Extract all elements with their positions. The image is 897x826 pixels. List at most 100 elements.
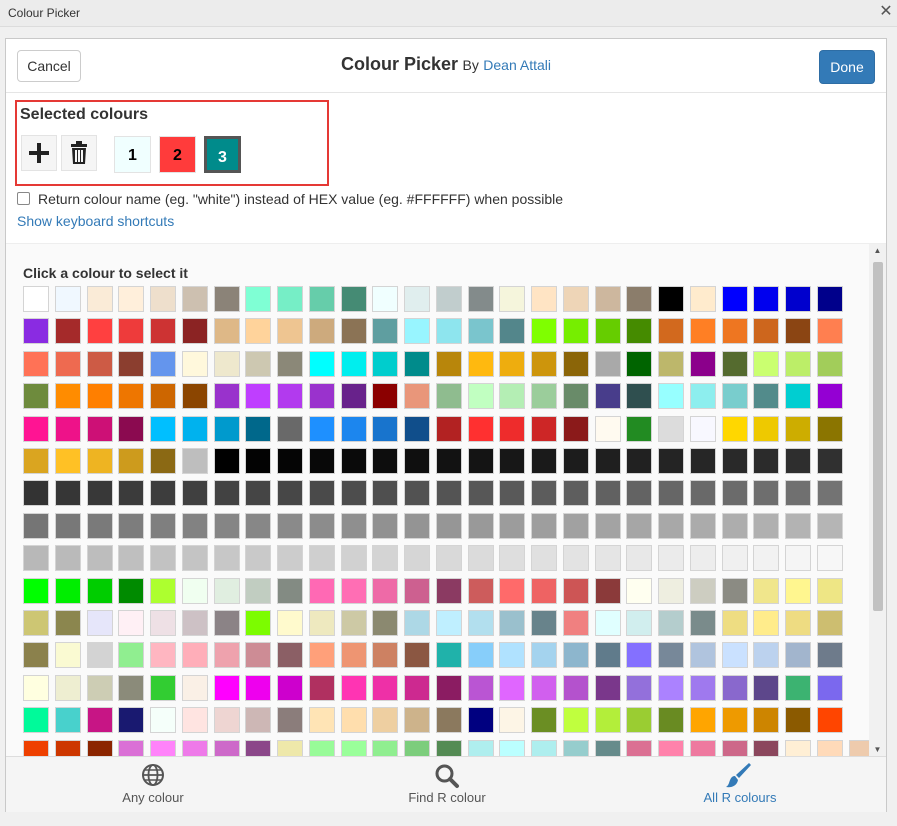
tab-any-colour[interactable]: Any colour	[6, 757, 300, 812]
colour-swatch[interactable]	[213, 448, 240, 474]
colour-swatch[interactable]	[658, 642, 684, 669]
colour-swatch[interactable]	[721, 318, 748, 345]
colour-swatch[interactable]	[372, 415, 399, 442]
colour-swatch[interactable]	[245, 512, 272, 539]
colour-swatch[interactable]	[785, 480, 811, 507]
colour-swatch[interactable]	[531, 512, 557, 539]
palette-scrollbar[interactable]: ▲ ▼	[869, 244, 886, 757]
colour-swatch[interactable]	[626, 577, 653, 604]
colour-swatch[interactable]	[626, 642, 653, 669]
colour-swatch[interactable]	[816, 610, 843, 636]
colour-swatch[interactable]	[277, 674, 303, 701]
author-link[interactable]: Dean Attali	[483, 57, 551, 73]
colour-swatch[interactable]	[435, 512, 462, 539]
colour-swatch[interactable]	[54, 545, 81, 572]
colour-swatch[interactable]	[721, 545, 748, 572]
colour-swatch[interactable]	[753, 642, 780, 669]
colour-swatch[interactable]	[308, 707, 335, 734]
colour-swatch[interactable]	[435, 480, 462, 507]
colour-swatch[interactable]	[499, 415, 526, 442]
colour-swatch[interactable]	[816, 545, 843, 572]
colour-swatch[interactable]	[785, 642, 811, 669]
colour-swatch[interactable]	[435, 577, 462, 604]
colour-swatch[interactable]	[531, 545, 557, 572]
colour-swatch[interactable]	[499, 707, 526, 734]
colour-swatch[interactable]	[499, 383, 526, 410]
colour-swatch[interactable]	[277, 610, 303, 636]
colour-swatch[interactable]	[54, 480, 81, 507]
colour-swatch[interactable]	[467, 415, 494, 442]
colour-swatch[interactable]	[816, 674, 843, 701]
colour-swatch[interactable]	[245, 674, 272, 701]
colour-swatch[interactable]	[467, 512, 494, 539]
colour-swatch[interactable]	[689, 512, 716, 539]
colour-swatch[interactable]	[23, 739, 49, 757]
colour-swatch[interactable]	[594, 415, 621, 442]
colour-swatch[interactable]	[626, 480, 653, 507]
colour-swatch[interactable]	[562, 448, 589, 474]
colour-swatch[interactable]	[277, 318, 303, 345]
colour-swatch[interactable]	[54, 286, 81, 312]
colour-swatch[interactable]	[626, 610, 653, 636]
colour-swatch[interactable]	[562, 480, 589, 507]
colour-swatch[interactable]	[562, 707, 589, 734]
colour-swatch[interactable]	[181, 739, 208, 757]
colour-swatch[interactable]	[689, 286, 716, 312]
colour-swatch[interactable]	[753, 286, 780, 312]
colour-swatch[interactable]	[467, 286, 494, 312]
colour-swatch[interactable]	[435, 739, 462, 757]
colour-swatch[interactable]	[213, 286, 240, 312]
colour-swatch[interactable]	[531, 318, 557, 345]
colour-swatch[interactable]	[181, 448, 208, 474]
colour-swatch[interactable]	[86, 448, 113, 474]
colour-swatch[interactable]	[562, 610, 589, 636]
colour-swatch[interactable]	[277, 739, 303, 757]
colour-swatch[interactable]	[372, 448, 399, 474]
colour-swatch[interactable]	[626, 350, 653, 377]
colour-swatch[interactable]	[594, 610, 621, 636]
colour-swatch[interactable]	[404, 350, 430, 377]
colour-swatch[interactable]	[54, 512, 81, 539]
colour-swatch[interactable]	[594, 642, 621, 669]
colour-swatch[interactable]	[658, 318, 684, 345]
colour-swatch[interactable]	[816, 448, 843, 474]
colour-swatch[interactable]	[213, 674, 240, 701]
colour-swatch[interactable]	[404, 577, 430, 604]
colour-swatch[interactable]	[372, 610, 399, 636]
colour-swatch[interactable]	[562, 545, 589, 572]
colour-swatch[interactable]	[594, 448, 621, 474]
colour-swatch[interactable]	[54, 610, 81, 636]
colour-swatch[interactable]	[213, 642, 240, 669]
colour-swatch[interactable]	[150, 610, 176, 636]
colour-swatch[interactable]	[626, 707, 653, 734]
colour-swatch[interactable]	[658, 480, 684, 507]
colour-swatch[interactable]	[816, 415, 843, 442]
selected-swatch[interactable]: 2	[159, 136, 196, 173]
colour-swatch[interactable]	[23, 383, 49, 410]
colour-swatch[interactable]	[23, 480, 49, 507]
colour-swatch[interactable]	[308, 415, 335, 442]
colour-swatch[interactable]	[689, 383, 716, 410]
colour-swatch[interactable]	[435, 545, 462, 572]
colour-swatch[interactable]	[721, 512, 748, 539]
colour-swatch[interactable]	[308, 350, 335, 377]
colour-swatch[interactable]	[340, 512, 367, 539]
colour-swatch[interactable]	[181, 318, 208, 345]
colour-swatch[interactable]	[277, 642, 303, 669]
colour-swatch[interactable]	[658, 610, 684, 636]
colour-swatch[interactable]	[753, 707, 780, 734]
colour-swatch[interactable]	[181, 350, 208, 377]
colour-swatch[interactable]	[86, 674, 113, 701]
colour-swatch[interactable]	[277, 383, 303, 410]
colour-swatch[interactable]	[245, 480, 272, 507]
colour-swatch[interactable]	[23, 674, 49, 701]
colour-swatch[interactable]	[435, 383, 462, 410]
colour-swatch[interactable]	[467, 350, 494, 377]
colour-swatch[interactable]	[721, 286, 748, 312]
colour-swatch[interactable]	[499, 642, 526, 669]
colour-swatch[interactable]	[816, 512, 843, 539]
colour-swatch[interactable]	[245, 545, 272, 572]
colour-swatch[interactable]	[689, 448, 716, 474]
colour-swatch[interactable]	[721, 383, 748, 410]
colour-swatch[interactable]	[689, 318, 716, 345]
